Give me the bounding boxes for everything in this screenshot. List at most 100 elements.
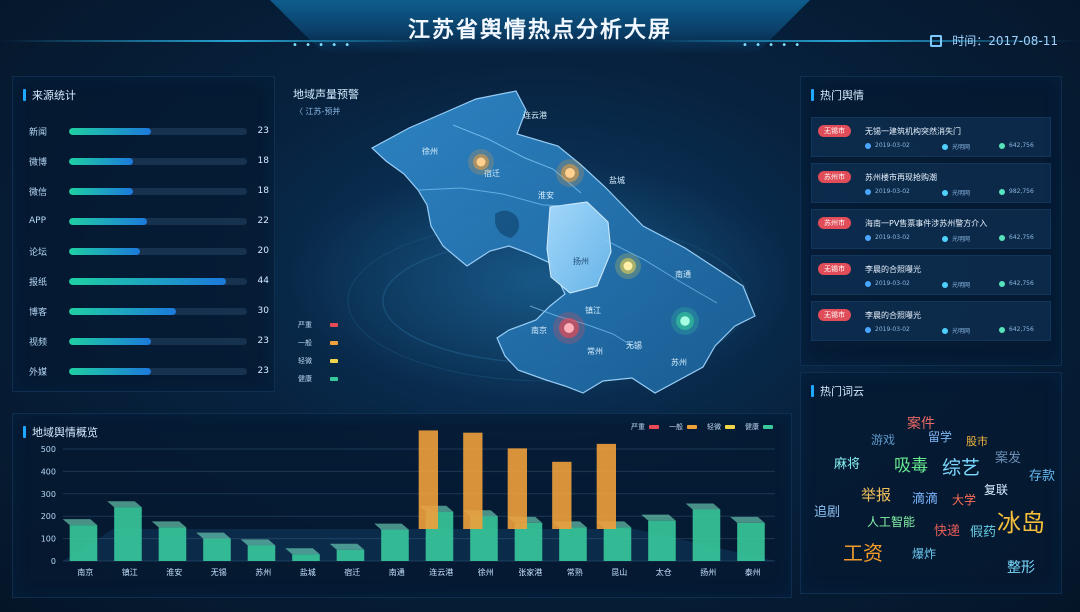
y-tick-label: 0 bbox=[51, 557, 56, 566]
source-label: 新闻 bbox=[29, 127, 48, 138]
city-label-10: 无锡 bbox=[626, 341, 642, 350]
hot-item-3[interactable]: 无锡市 李晨的合照曝光 2019-03-02 光明网 642,756 bbox=[811, 255, 1051, 295]
cloud-word-1[interactable]: 游戏 bbox=[871, 431, 895, 448]
cloud-word-18[interactable]: 工资 bbox=[843, 537, 883, 566]
cloud-word-3[interactable]: 股市 bbox=[966, 433, 988, 449]
hot-item-4[interactable]: 无锡市 李晨的合照曝光 2019-03-02 光明网 642,756 bbox=[811, 301, 1051, 341]
hot-item-0[interactable]: 无锡市 无锡一建筑机构突然消失门 2019-03-02 光明网 642,756 bbox=[811, 117, 1051, 157]
hot-item-2[interactable]: 苏州市 海南一PV售票事件涉苏州警方介入 2019-03-02 光明网 642,756 bbox=[811, 209, 1051, 249]
x-tick-label: 张家港 bbox=[518, 567, 542, 577]
time-area: 时间：2017-08-11 bbox=[930, 32, 1058, 49]
cloud-word-6[interactable]: 综艺 bbox=[942, 453, 980, 480]
source-value: 23 bbox=[257, 366, 269, 376]
legend-row-0: 严重 bbox=[298, 316, 338, 334]
city-label-9: 常州 bbox=[587, 347, 603, 356]
source-fill bbox=[69, 367, 151, 375]
hot-panel-title: 热门舆情 bbox=[811, 87, 864, 103]
bar-health-2[interactable] bbox=[158, 527, 187, 561]
y-tick-label: 300 bbox=[41, 490, 56, 499]
city-badge: 无锡市 bbox=[818, 263, 851, 275]
source-fill bbox=[69, 277, 226, 285]
source-value: 30 bbox=[257, 306, 269, 316]
bar-health-13[interactable] bbox=[648, 520, 676, 561]
city-label-1: 徐州 bbox=[422, 146, 438, 156]
bar-health-top-0 bbox=[62, 519, 98, 526]
source-track bbox=[69, 337, 247, 345]
source-track bbox=[69, 187, 247, 195]
source-label: 博客 bbox=[29, 307, 48, 318]
cloud-word-7[interactable]: 案发 bbox=[995, 447, 1021, 466]
cloud-word-4[interactable]: 麻将 bbox=[834, 453, 860, 472]
x-tick-label: 太仓 bbox=[656, 567, 672, 577]
word-cloud-panel: 热门词云 案件 游戏 留学 股市 麻将 吸毒 综艺 案发 存款 举报 滴滴 大学 复联 追剧 人工智能 快递假… bbox=[800, 372, 1062, 594]
city-label-6: 南通 bbox=[675, 269, 691, 279]
fullscreen-icon[interactable] bbox=[930, 34, 943, 47]
source-row-1: 微博 18 bbox=[29, 153, 269, 169]
bar-general-10[interactable] bbox=[507, 448, 527, 529]
cloud-word-15[interactable]: 快递 bbox=[934, 520, 960, 539]
bar-health-top-14 bbox=[685, 503, 721, 510]
bar-health-3[interactable] bbox=[203, 538, 231, 561]
x-tick-label: 南京 bbox=[77, 567, 93, 577]
source-value: 23 bbox=[257, 336, 269, 346]
bar-health-7[interactable] bbox=[381, 529, 409, 561]
cloud-word-14[interactable]: 人工智能 bbox=[867, 513, 915, 530]
cloud-word-12[interactable]: 复联 bbox=[984, 481, 1008, 498]
source-fill bbox=[69, 217, 148, 225]
bar-health-4[interactable] bbox=[247, 545, 276, 561]
source-row-3: APP 22 bbox=[29, 213, 269, 229]
alert-marker-huaian[interactable] bbox=[556, 159, 584, 187]
city-label-4: 盐城 bbox=[609, 175, 625, 185]
alert-marker-nantong[interactable] bbox=[671, 307, 699, 335]
bar-health-12[interactable] bbox=[603, 527, 632, 561]
source-fill bbox=[69, 307, 176, 315]
bar-health-0[interactable] bbox=[69, 525, 98, 561]
bar-health-14[interactable] bbox=[692, 509, 721, 561]
y-tick-label: 200 bbox=[41, 512, 56, 521]
cloud-word-19[interactable]: 爆炸 bbox=[912, 545, 936, 562]
source-panel: 来源统计 新闻 23 微博 18 微信 18 APP 22 论坛 20 报纸 44 博客 30 视频 23 外媒… bbox=[12, 76, 275, 392]
x-tick-label: 连云港 bbox=[429, 567, 453, 577]
cloud-word-8[interactable]: 存款 bbox=[1029, 465, 1055, 484]
bar-general-11[interactable] bbox=[552, 461, 572, 529]
cloud-word-11[interactable]: 大学 bbox=[952, 491, 976, 508]
bar-general-12[interactable] bbox=[596, 443, 616, 529]
cloud-word-16[interactable]: 假药 bbox=[970, 521, 996, 540]
bar-health-5[interactable] bbox=[292, 554, 320, 561]
y-tick-label: 500 bbox=[41, 445, 56, 454]
x-tick-label: 苏州 bbox=[255, 567, 271, 577]
legend-swatch-1 bbox=[330, 341, 338, 345]
hot-item-1[interactable]: 苏州市 苏州楼市再现抢购潮 2019-03-02 光明网 982,756 bbox=[811, 163, 1051, 203]
bar-general-8[interactable] bbox=[418, 430, 438, 529]
dashboard-screen: 江苏省舆情热点分析大屏 • • • • • • • • • • 时间：2017-… bbox=[0, 0, 1080, 612]
x-tick-label: 泰州 bbox=[745, 567, 761, 577]
city-badge: 苏州市 bbox=[818, 171, 851, 183]
cloud-word-20[interactable]: 整形 bbox=[1007, 557, 1035, 577]
hot-source: 光明网 bbox=[942, 326, 970, 335]
source-track bbox=[69, 247, 247, 255]
bar-health-15[interactable] bbox=[737, 522, 765, 561]
cloud-word-17[interactable]: 冰岛 bbox=[997, 503, 1045, 538]
alert-marker-nanjing[interactable] bbox=[553, 312, 585, 344]
bar-health-6[interactable] bbox=[336, 549, 365, 561]
cloud-word-9[interactable]: 举报 bbox=[861, 484, 891, 505]
city-label-11: 苏州 bbox=[671, 357, 687, 367]
alert-marker-yangzhou[interactable] bbox=[615, 253, 641, 279]
bar-health-1[interactable] bbox=[114, 507, 142, 561]
hot-source: 光明网 bbox=[942, 142, 970, 151]
decor-dots-left: • • • • • bbox=[292, 40, 353, 51]
legend-row-1: 一般 bbox=[298, 334, 338, 352]
source-row-2: 微信 18 bbox=[29, 183, 269, 199]
cloud-word-13[interactable]: 追剧 bbox=[814, 501, 840, 520]
hot-source: 光明网 bbox=[942, 280, 970, 289]
source-label: 外媒 bbox=[29, 367, 48, 378]
alert-marker-suqian[interactable] bbox=[468, 149, 494, 175]
source-value: 20 bbox=[257, 246, 269, 256]
cloud-word-2[interactable]: 留学 bbox=[928, 428, 952, 445]
cloud-word-5[interactable]: 吸毒 bbox=[894, 451, 928, 476]
source-fill bbox=[69, 187, 134, 195]
cloud-word-10[interactable]: 滴滴 bbox=[912, 488, 938, 507]
source-label: 视频 bbox=[29, 337, 48, 348]
bar-general-9[interactable] bbox=[463, 432, 483, 529]
bar-health-11[interactable] bbox=[559, 527, 587, 561]
